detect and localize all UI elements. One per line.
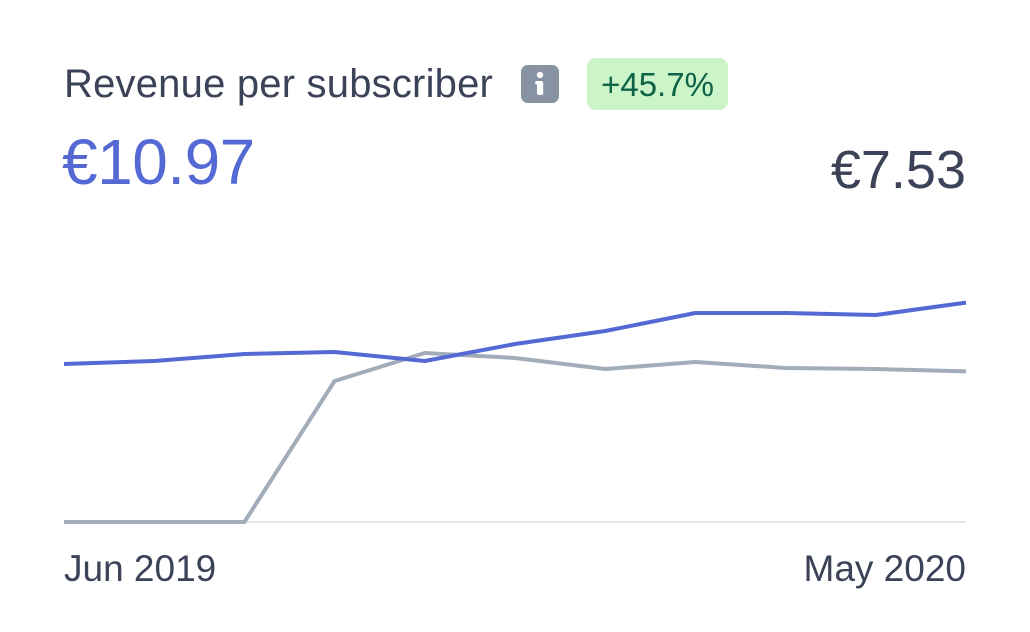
previous-period-line (64, 351, 967, 524)
x-tick-label-end: May 2020 (803, 548, 967, 589)
current-period-line (63, 300, 967, 366)
revenue-line-chart (63, 300, 967, 524)
x-tick-label-start: Jun 2019 (64, 548, 217, 589)
metric-card: Revenue per subscriber +45.7% €10.97 €7.… (0, 0, 1030, 632)
